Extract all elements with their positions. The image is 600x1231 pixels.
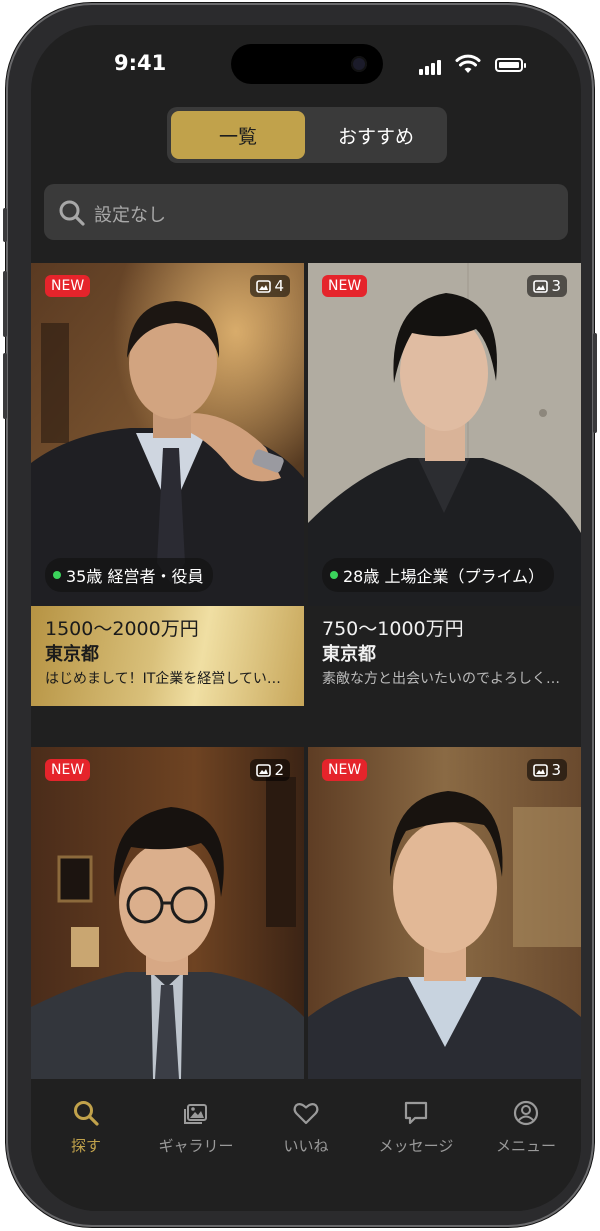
online-indicator <box>53 571 61 579</box>
age-occupation-chip: 35歳 経営者・役員 <box>45 558 214 592</box>
tab-label: 探す <box>70 1137 101 1155</box>
online-indicator <box>330 571 338 579</box>
tab-gallery[interactable]: ギャラリー <box>141 1099 251 1156</box>
tab-recommended[interactable]: おすすめ <box>309 111 443 159</box>
new-badge: NEW <box>45 275 91 297</box>
age-occupation: 35歳 経営者・役員 <box>66 567 204 586</box>
photo-count: 3 <box>551 277 561 295</box>
search-icon <box>74 1101 99 1126</box>
intro-message: はじめまして！IT企業を経営しています <box>45 671 290 687</box>
income: 1500〜2000万円 <box>45 618 199 640</box>
profile-card[interactable]: NEW 4 35歳 経営者・役員 1500〜2000万円 東京都 はじめまして！… <box>31 263 304 706</box>
volume-down-button <box>3 353 7 419</box>
tab-search[interactable]: 探す <box>31 1099 141 1156</box>
mute-switch <box>3 208 7 242</box>
photo-count: 4 <box>274 277 284 295</box>
camera-icon <box>351 56 367 72</box>
age-occupation-chip: 28歳 上場企業（プライム） <box>322 558 555 592</box>
wifi-icon <box>455 54 481 73</box>
message-icon <box>404 1101 428 1125</box>
image-icon <box>533 763 549 777</box>
battery-icon <box>495 58 526 72</box>
tab-label: メッセージ <box>378 1137 454 1155</box>
image-icon <box>256 279 272 293</box>
photo-count-badge: 4 <box>250 275 290 297</box>
tab-label: ギャラリー <box>158 1137 234 1155</box>
tab-messages[interactable]: メッセージ <box>361 1099 471 1156</box>
prefecture: 東京都 <box>322 644 376 665</box>
search-placeholder: 設定なし <box>94 205 166 226</box>
view-switcher: 一覧 おすすめ <box>167 107 447 163</box>
photo-count-badge: 3 <box>527 275 567 297</box>
photo-count: 2 <box>274 761 284 779</box>
new-badge: NEW <box>322 275 368 297</box>
profile-info-highlighted: 1500〜2000万円 東京都 はじめまして！IT企業を経営しています <box>31 606 304 706</box>
profile-photo <box>308 263 581 606</box>
photo-count: 3 <box>551 761 561 779</box>
photo-count-badge: 3 <box>527 759 567 781</box>
profile-photo <box>31 747 304 1079</box>
tab-list[interactable]: 一覧 <box>171 111 305 159</box>
tab-label: メニュー <box>495 1137 556 1155</box>
bottom-tab-bar: 探す ギャラリー いいね メッセージ メニュー <box>31 1079 581 1211</box>
age-occupation: 28歳 上場企業（プライム） <box>343 567 545 586</box>
profile-info: 750〜1000万円 東京都 素敵な方と出会いたいのでよろしくお願いします <box>308 606 581 706</box>
profile-photo <box>31 263 304 606</box>
photo-count-badge: 2 <box>250 759 290 781</box>
income: 750〜1000万円 <box>322 618 464 640</box>
gallery-icon <box>184 1104 207 1124</box>
dynamic-island <box>231 44 383 84</box>
search-bar[interactable]: 設定なし <box>44 184 568 240</box>
new-badge: NEW <box>322 759 368 781</box>
tab-menu[interactable]: メニュー <box>471 1099 581 1156</box>
phone-frame: 9:41 一覧 おすすめ 設定なし NEW 4 35歳 経営者・役員 1500〜… <box>3 3 597 1227</box>
power-button <box>593 333 597 433</box>
profile-card[interactable]: NEW 3 28歳 上場企業（プライム） 750〜1000万円 東京都 素敵な方… <box>308 263 581 706</box>
prefecture: 東京都 <box>45 644 99 665</box>
heart-icon <box>293 1103 319 1125</box>
intro-message: 素敵な方と出会いたいのでよろしくお願いします <box>322 671 567 687</box>
volume-up-button <box>3 271 7 337</box>
profile-icon <box>513 1100 539 1126</box>
search-icon <box>59 200 85 226</box>
image-icon <box>533 279 549 293</box>
app-screen: 9:41 一覧 おすすめ 設定なし NEW 4 35歳 経営者・役員 1500〜… <box>31 25 581 1211</box>
tab-label: いいね <box>283 1137 329 1155</box>
status-time: 9:41 <box>114 51 167 75</box>
new-badge: NEW <box>45 759 91 781</box>
tab-likes[interactable]: いいね <box>251 1099 361 1156</box>
profile-card[interactable]: NEW 3 <box>308 747 581 1079</box>
image-icon <box>256 763 272 777</box>
profile-photo <box>308 747 581 1079</box>
status-bar: 9:41 <box>31 25 581 105</box>
profile-card[interactable]: NEW 2 <box>31 747 304 1079</box>
